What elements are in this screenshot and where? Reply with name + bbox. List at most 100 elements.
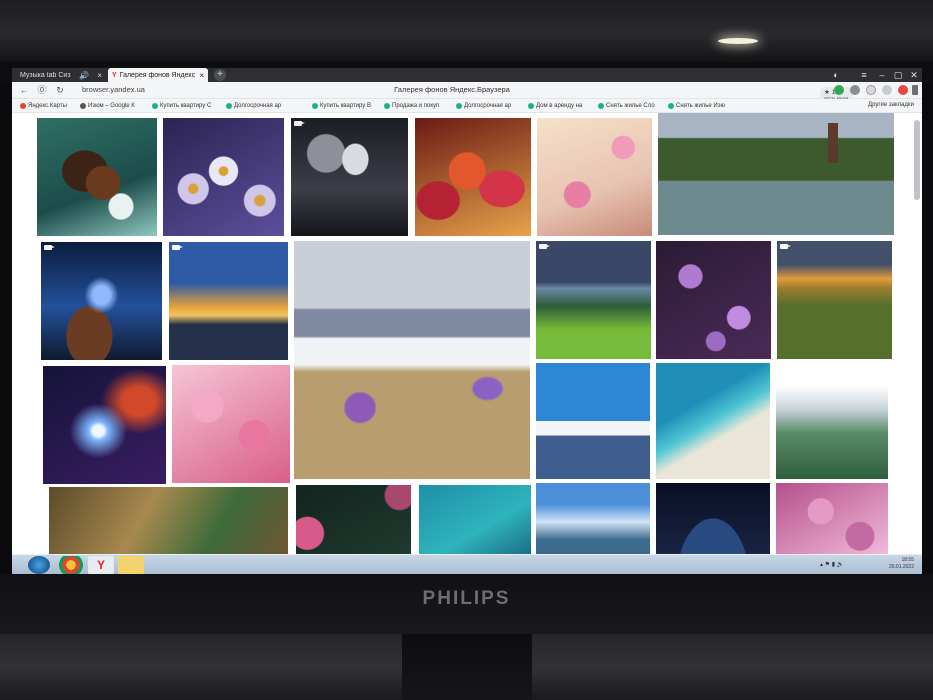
screen: Музыка tab Сиз 🔊 × Y Галерея фонов Яндек… [12, 68, 922, 574]
clock-time: 18:55 [901, 557, 914, 563]
wallpaper-misty-forest[interactable] [776, 363, 888, 479]
close-icon[interactable]: × [97, 71, 102, 80]
extension-icon[interactable] [866, 85, 876, 95]
tab-bar: Музыка tab Сиз 🔊 × Y Галерея фонов Яндек… [12, 68, 922, 82]
close-icon[interactable]: × [199, 71, 204, 80]
castle-tower-shape [828, 123, 838, 163]
map-pin-icon [20, 102, 26, 109]
chrome-icon[interactable] [58, 556, 84, 574]
bookmark-label: Долгосрочная ар [234, 102, 282, 109]
wallpaper-turquoise-beach[interactable] [656, 363, 770, 479]
wallpaper-green-valley[interactable] [536, 241, 651, 359]
tab-label: Музыка tab Сиз [20, 71, 71, 79]
wallpaper-blue-sky[interactable] [536, 483, 650, 554]
start-button[interactable] [28, 556, 50, 574]
extension-icon[interactable] [898, 85, 908, 95]
extension-icon[interactable] [834, 85, 844, 95]
wallpaper-earth-night[interactable] [656, 483, 770, 554]
other-bookmarks[interactable]: Другие закладки [868, 99, 914, 112]
wallpaper-pink-flowers[interactable] [776, 483, 888, 554]
bookmark-item[interactable]: Яндекс.Карты [20, 99, 67, 112]
tray-icons[interactable]: ▴ ⚑ ▮ 🔊 [820, 561, 844, 568]
bookmark-label: Снять жилье Сло [606, 102, 655, 109]
speaker-icon[interactable]: 🔊 [79, 71, 89, 80]
bookmark-label: Дом в аренду на [536, 102, 583, 109]
bookmark-label: Купить квартиру В [320, 102, 371, 109]
video-camera-icon [294, 121, 305, 126]
bookmark-label: Яндекс.Карты [28, 102, 67, 109]
yandex-home-icon[interactable]: ⓪ [36, 84, 48, 96]
site-icon [598, 102, 604, 109]
wallpaper-field-sunset[interactable] [777, 241, 892, 359]
minimize-icon[interactable]: – [876, 68, 888, 82]
video-camera-icon [44, 245, 55, 250]
bookmark-item[interactable]: Долгосрочная ар [226, 99, 281, 112]
site-icon [668, 102, 674, 109]
wallpaper-ocean-waves[interactable] [41, 242, 162, 360]
tab-gallery[interactable]: Y Галерея фонов Яндекс × [108, 68, 208, 82]
site-icon [384, 102, 390, 109]
site-icon [456, 102, 462, 109]
menu-icon[interactable]: ≡ [858, 68, 870, 82]
folder-icon[interactable] [118, 556, 144, 574]
background-wall [0, 0, 933, 62]
bookmark-item[interactable]: Долгосрочная ар [456, 99, 511, 112]
bookmark-item[interactable]: Снять жилье Изю [668, 99, 725, 112]
wallpaper-storm-clouds[interactable] [291, 118, 408, 236]
wallpaper-coast-aerial[interactable] [37, 118, 157, 236]
bookmark-item[interactable]: Дом в аренду на [528, 99, 582, 112]
wallpaper-dark-flowers[interactable] [296, 485, 411, 554]
bookmark-label: Купить квартиру С [160, 102, 212, 109]
bookmark-label: Изюм – Google К [88, 102, 135, 109]
wallpaper-daisies[interactable] [163, 118, 284, 236]
wallpaper-pink-blossoms[interactable] [537, 118, 652, 236]
extension-icon[interactable] [882, 85, 892, 95]
video-camera-icon [780, 244, 791, 249]
wallpaper-lake-castle[interactable] [658, 113, 894, 235]
wallpaper-sakura-branch[interactable] [172, 365, 290, 483]
new-tab-button[interactable]: + [214, 69, 226, 81]
wallpaper-nebula[interactable] [43, 366, 166, 484]
wallpaper-boats-lagoon[interactable] [419, 485, 531, 554]
tab-label: Галерея фонов Яндекс [119, 71, 196, 79]
wallpaper-tulips[interactable] [415, 118, 531, 236]
clock[interactable]: 18:55 20.01.2022 [889, 557, 914, 571]
bookmark-label: Продажа и покуп [392, 102, 440, 109]
bookmark-item[interactable]: Изюм – Google К [80, 99, 135, 112]
clock-date: 20.01.2022 [888, 564, 914, 570]
video-camera-icon [172, 245, 183, 250]
wallpaper-fuji[interactable] [536, 363, 650, 479]
bookmark-item[interactable]: Продажа и покуп [384, 99, 439, 112]
extension-icon[interactable] [850, 85, 860, 95]
video-camera-icon [539, 244, 550, 249]
yandex-favicon-icon: Y [112, 71, 117, 79]
bookmark-item[interactable]: Купить квартиру С [152, 99, 211, 112]
wallpaper-lilac[interactable] [656, 241, 771, 359]
bookmark-label: Долгосрочная ар [464, 102, 512, 109]
site-icon [528, 102, 534, 109]
tabs-menu-icon[interactable]: ◐ [830, 68, 842, 82]
address-bar: ← ⓪ ↻ browser.yandex.ua Галерея фонов Ян… [12, 82, 922, 104]
ceiling-light-reflection [718, 38, 758, 44]
map-pin-icon [80, 102, 86, 109]
maximize-icon[interactable]: ▢ [892, 68, 904, 82]
scrollbar[interactable] [914, 120, 920, 200]
back-icon[interactable]: ← [18, 84, 30, 96]
taskbar: Y ▴ ⚑ ▮ 🔊 18:55 20.01.2022 [12, 554, 922, 574]
wallpaper-gallery [12, 113, 922, 554]
page-title: Галерея фонов Яндекс.Браузера [394, 85, 510, 94]
url-field[interactable]: browser.yandex.ua Галерея фонов Яндекс.Б… [82, 84, 853, 104]
bookmark-label: Снять жилье Изю [676, 102, 725, 109]
wallpaper-sunset-clouds[interactable] [169, 242, 288, 360]
reload-icon[interactable]: ↻ [54, 84, 66, 96]
bookmarks-bar: Яндекс.Карты Изюм – Google К Купить кварти… [12, 99, 922, 113]
wallpaper-autumn-aerial[interactable] [49, 487, 288, 554]
yandex-browser-icon[interactable]: Y [88, 556, 114, 574]
wallpaper-crocus-mountains[interactable] [294, 241, 530, 479]
monitor-brand-logo: PHILIPS [422, 588, 511, 609]
close-window-icon[interactable]: ✕ [908, 68, 920, 82]
bookmark-item[interactable]: Снять жилье Сло [598, 99, 655, 112]
download-icon[interactable] [912, 85, 918, 95]
bookmark-item[interactable]: Купить квартиру В [312, 99, 371, 112]
tab-music[interactable]: Музыка tab Сиз 🔊 × [16, 68, 106, 82]
